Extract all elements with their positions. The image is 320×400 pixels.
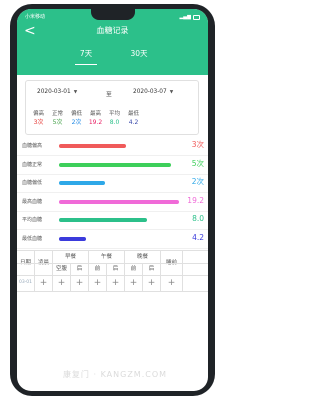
summary-card: 2020-03-01 ▼ 至 2020-03-07 ▼ 偏高 3次 正常 5次 偏低 2… [25,80,199,135]
meal-sub-header: 空腹 [53,263,71,275]
add-record-button[interactable]: + [107,275,125,291]
bar-track [59,144,181,148]
page-title: 血糖记录 [96,26,129,35]
status-bar: 小米移动 ▂▄▆ [25,12,200,22]
battery-icon [193,14,200,20]
meal-header: 晚餐 [125,251,161,263]
stat-label: 最低 [127,111,139,117]
bar-track [59,237,181,241]
bar-value: 3次 [191,140,204,149]
date-cell: 03-01 [17,275,35,291]
meal-header: 午餐 [89,251,125,263]
bar-fill [59,199,179,204]
tab-label: 7天 [79,49,93,58]
bar-value: 4.2 [192,233,204,242]
meal-sub-header: 后 [107,263,125,275]
bar-label: 血糖偏低 [22,180,43,187]
bar-fill [59,162,172,167]
bar-fill [59,218,147,223]
signal-icon: ▂▄▆ [179,14,191,20]
add-record-button[interactable]: + [53,275,71,291]
add-record-button[interactable]: + [161,275,183,291]
stat-value: 8.0 [109,119,120,126]
app-header: 小米移动 ▂▄▆ < 血糖记录 7天 30天 [17,9,208,75]
add-record-button[interactable]: + [71,275,89,291]
bar-row: 血糖偏低 2次 [17,174,208,194]
stat-label: 最高 [89,111,101,117]
meal-sub-header: 后 [71,263,89,275]
watermark: 康复门 · KANGZM.COM [62,370,168,379]
bar-fill [59,144,127,148]
stat-item: 正常 5次 [48,110,67,127]
bar-row: 血糖正常 5次 [17,156,208,175]
dropdown-caret-icon: ▼ [73,90,78,95]
bar-fill [59,181,106,186]
bar-label: 血糖偏高 [22,143,43,149]
bar-track [59,218,181,223]
meal-sub-header: 前 [125,263,143,275]
stat-item: 最高 19.2 [86,110,105,127]
table-rule [17,291,208,292]
bar-label: 平均血糖 [22,217,43,224]
end-date-value: 2020-03-07 [133,89,167,95]
bar-track [59,181,181,186]
bar-row: 最低血糖 4.2 [17,230,208,249]
meal-header: 早餐 [53,251,89,263]
stat-value: 19.2 [88,119,103,126]
app-screen: 小米移动 ▂▄▆ < 血糖记录 7天 30天 2020-03-01 ▼ 至 202… [17,9,208,391]
add-record-button[interactable]: + [143,275,161,291]
end-date-picker[interactable]: 2020-03-07 ▼ [133,89,173,95]
start-date-value: 2020-03-01 [37,89,71,95]
stat-item: 最低 4.2 [124,110,143,127]
dropdown-caret-icon: ▼ [169,90,174,95]
tab-30-days[interactable]: 30天 [125,45,153,65]
stat-value: 3次 [33,119,44,126]
stat-item: 偏低 2次 [67,110,86,127]
tab-label: 30天 [130,49,148,58]
bar-fill [59,237,86,241]
table-rule [17,263,208,264]
bar-label: 血糖正常 [22,161,43,168]
bar-row: 最高血糖 19.2 [17,193,208,212]
tab-7-days[interactable]: 7天 [72,45,100,65]
stat-label: 偏低 [70,111,82,117]
range-separator: 至 [106,92,112,98]
bar-value: 8.0 [192,214,204,224]
carrier-label: 小米移动 [25,14,46,20]
meal-table: 日期凌晨早餐空腹后午餐前后晚餐前后睡前03-01++++++++ [17,250,208,292]
stat-value: 5次 [52,119,63,126]
add-record-button[interactable]: + [89,275,107,291]
bar-label: 最高血糖 [22,198,43,205]
stat-item: 偏高 3次 [29,110,48,127]
stats-summary: 偏高 3次 正常 5次 偏低 2次 最高 19.2 平均 8.0 最低 4.2 [26,110,201,127]
stat-value: 4.2 [128,119,139,126]
navigation-bar: < 血糖记录 [17,22,208,40]
meal-sub-header: 后 [143,263,161,275]
bar-value: 5次 [191,158,204,168]
stat-label: 偏高 [32,111,44,117]
table-rule [17,275,208,276]
start-date-picker[interactable]: 2020-03-01 ▼ [37,89,77,95]
bar-track [59,162,181,167]
bar-row: 平均血糖 8.0 [17,211,208,231]
add-record-button[interactable]: + [125,275,143,291]
stat-value: 2次 [71,119,82,126]
bar-value: 19.2 [187,195,204,205]
bar-value: 2次 [191,177,204,187]
active-tab-indicator [75,63,97,65]
bar-track [59,199,181,204]
add-record-button[interactable]: + [35,275,53,291]
stat-item: 平均 8.0 [105,110,124,127]
date-range-row: 2020-03-01 ▼ 至 2020-03-07 ▼ [26,89,198,101]
bar-row: 血糖偏高 3次 [17,137,208,156]
stat-label: 平均 [108,111,120,117]
stat-label: 正常 [51,111,63,117]
bar-label: 最低血糖 [22,236,43,242]
meal-sub-header: 前 [89,263,107,275]
